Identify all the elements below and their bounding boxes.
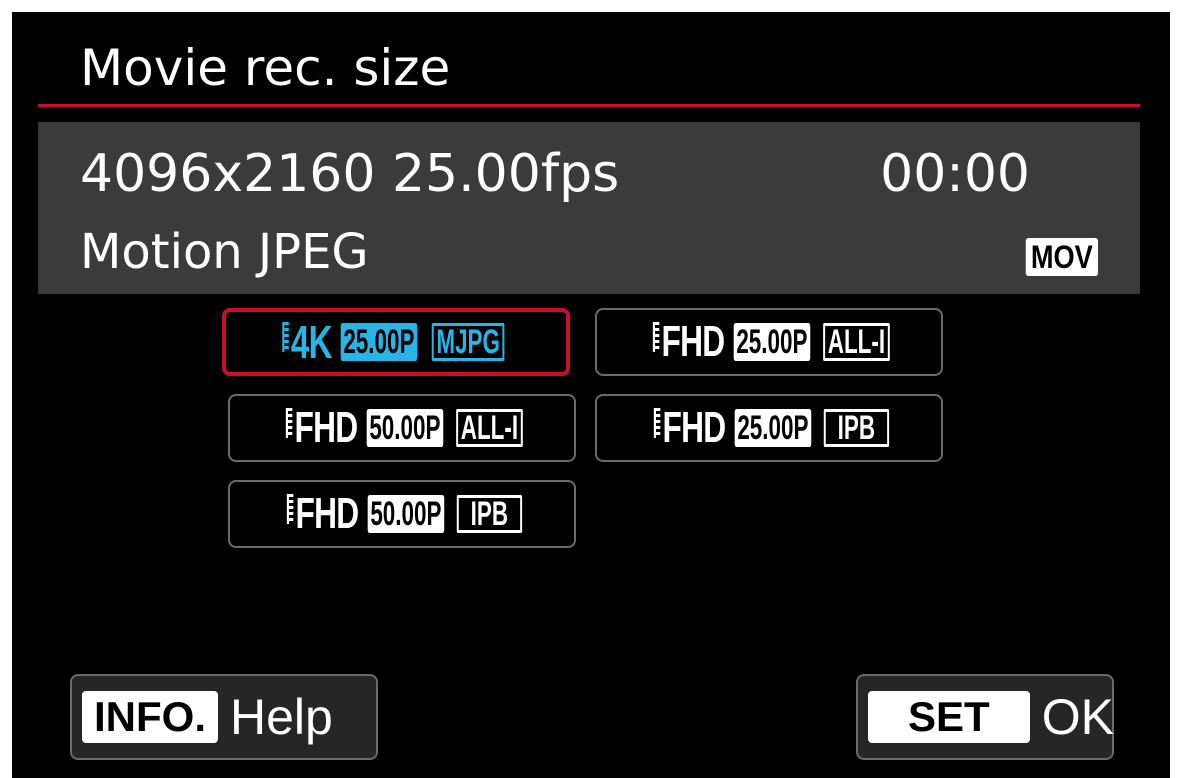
option-4k-25p-mjpg[interactable]: 4K 25.00P MJPG	[222, 308, 570, 376]
film-strip-icon	[286, 494, 294, 524]
ok-button[interactable]: SET OK	[856, 674, 1114, 760]
film-strip-icon	[285, 408, 293, 438]
option-fhd-25p-ipb[interactable]: FHD 25.00P IPB	[595, 394, 943, 462]
option-resolution: FHD	[295, 489, 360, 538]
resolution-fps-readout: 4096x2160 25.00fps	[80, 144, 620, 204]
movie-size-icon: FHD	[652, 317, 725, 366]
compression-badge: MJPG	[431, 323, 505, 361]
movie-size-icon: FHD	[285, 403, 358, 452]
frame-rate-badge: 25.00P	[341, 323, 418, 361]
movie-size-icon: FHD	[653, 403, 727, 452]
movie-size-icon: 4K	[281, 316, 332, 368]
compression-badge: IPB	[824, 409, 890, 447]
movie-size-icon: FHD	[286, 489, 360, 538]
compression-badge: ALL-I	[456, 409, 523, 447]
camera-menu-screen: Movie rec. size 4096x2160 25.00fps 00:00…	[12, 12, 1170, 778]
film-strip-icon	[281, 322, 289, 352]
help-label: Help	[230, 689, 333, 745]
option-resolution: FHD	[661, 317, 725, 366]
title-divider	[38, 104, 1140, 107]
info-key-label: INFO.	[82, 691, 218, 743]
page-title: Movie rec. size	[80, 39, 451, 97]
option-fhd-50p-all-i[interactable]: FHD 50.00P ALL-I	[228, 394, 576, 462]
option-resolution: FHD	[662, 403, 727, 452]
set-key-label: SET	[868, 691, 1030, 743]
codec-readout: Motion JPEG	[80, 224, 369, 280]
film-strip-icon	[652, 322, 660, 352]
film-strip-icon	[653, 408, 661, 438]
compression-badge: ALL-I	[823, 323, 890, 361]
ok-label: OK	[1041, 689, 1114, 745]
frame-rate-badge: 50.00P	[367, 409, 444, 447]
time-remaining-readout: 00:00	[880, 144, 1030, 204]
compression-badge: IPB	[457, 495, 523, 533]
option-fhd-50p-ipb[interactable]: FHD 50.00P IPB	[228, 480, 576, 548]
help-button[interactable]: INFO. Help	[70, 674, 378, 760]
frame-rate-badge: 50.00P	[368, 495, 445, 533]
current-setting-panel: 4096x2160 25.00fps 00:00 Motion JPEG MOV	[38, 122, 1140, 294]
option-fhd-25p-all-i[interactable]: FHD 25.00P ALL-I	[595, 308, 943, 376]
frame-rate-badge: 25.00P	[734, 323, 811, 361]
container-format-badge: MOV	[1025, 238, 1098, 276]
option-resolution: 4K	[290, 316, 332, 368]
frame-rate-badge: 25.00P	[735, 409, 812, 447]
option-resolution: FHD	[294, 403, 358, 452]
